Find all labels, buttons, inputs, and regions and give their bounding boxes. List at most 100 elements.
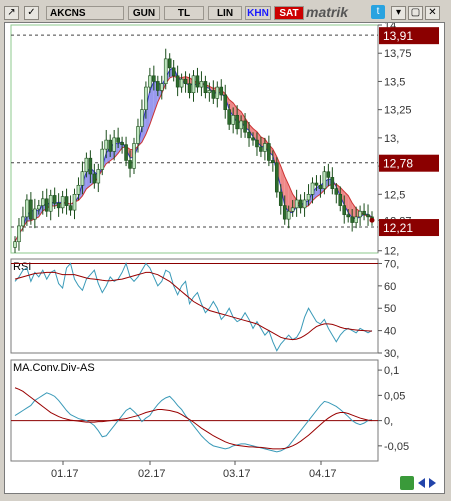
candle-body — [84, 157, 89, 173]
chart-frame: 14,13,7513,513,2513,12,7512,512,2712,13,… — [4, 20, 445, 494]
ytick-label: 30, — [384, 348, 399, 360]
twitter-icon[interactable]: t — [371, 5, 385, 19]
ytick-label: 13,5 — [384, 76, 405, 88]
candle-body — [199, 81, 204, 88]
candle-body — [68, 205, 73, 211]
ytick-label: 13,75 — [384, 48, 412, 60]
series-line-1 — [14, 271, 373, 341]
candle-body — [56, 203, 61, 209]
toolbar: ↗ ✓ AKCNS GUN TL LIN KHN SAT matrik t ▾ … — [0, 0, 451, 22]
candle-body — [128, 160, 132, 169]
candle-body — [64, 196, 69, 206]
xtick-label: 04.17 — [309, 468, 337, 480]
candle-body — [40, 198, 45, 206]
candle-body — [306, 194, 311, 201]
candle-body — [354, 216, 358, 223]
candle-body — [48, 195, 53, 212]
candle-body — [112, 137, 116, 152]
price-tag-label: 13,91 — [383, 29, 413, 43]
candle-body — [322, 171, 327, 189]
candle-body — [358, 210, 362, 218]
scroll-right-icon[interactable] — [429, 478, 436, 488]
panel-title: MA.Conv.Div-AS — [13, 362, 95, 374]
ytick-label: 13,25 — [384, 105, 412, 117]
candle-body — [255, 139, 259, 148]
ytick-label: 12, — [384, 246, 399, 258]
currency-button[interactable]: TL — [164, 6, 204, 20]
candle-body — [239, 120, 243, 130]
candle-body — [80, 171, 85, 186]
xtick-label: 03.17 — [223, 468, 251, 480]
candle-body — [116, 137, 120, 143]
candle-body — [203, 81, 208, 94]
candle-body — [179, 78, 184, 88]
candle-body — [104, 139, 109, 150]
khn-button[interactable]: KHN — [245, 6, 271, 20]
candle-body — [294, 199, 299, 209]
candle-body — [267, 143, 271, 161]
candle-body — [163, 58, 168, 84]
candle-body — [290, 207, 295, 212]
candle-body — [330, 177, 335, 189]
candle-body — [52, 195, 57, 204]
candle-body — [124, 144, 128, 161]
pin-icon[interactable]: ▾ — [391, 6, 406, 20]
candle-body — [342, 205, 347, 215]
candle-body — [227, 109, 231, 125]
series-line-0 — [14, 262, 373, 352]
candle-body — [108, 139, 112, 152]
candle-body — [132, 143, 136, 169]
candle-body — [366, 214, 370, 218]
ytick-label: 0,1 — [384, 365, 399, 377]
candle-body — [223, 94, 228, 110]
refresh-icon[interactable] — [400, 476, 414, 490]
chart-type-icon[interactable]: ✓ — [24, 6, 39, 20]
candle-body — [235, 114, 239, 130]
price-tag-label: 12,21 — [383, 221, 413, 235]
candle-body — [136, 126, 140, 144]
ytick-label: -0,05 — [384, 441, 409, 453]
candle-body — [298, 199, 303, 209]
ytick-label: 60 — [384, 281, 396, 293]
scale-button[interactable]: LIN — [208, 6, 242, 20]
ytick-label: 50 — [384, 303, 396, 315]
candle-body — [195, 75, 200, 88]
candle-body — [171, 67, 176, 77]
chart-svg: 14,13,7513,513,2513,12,7512,512,2712,13,… — [10, 20, 439, 490]
brand-logo: matrik — [306, 4, 349, 20]
sat-button[interactable]: SAT — [274, 6, 304, 20]
restore-icon[interactable]: ▢ — [408, 6, 423, 20]
candle-body — [278, 191, 283, 206]
candle-body — [187, 83, 192, 94]
candle-body — [36, 205, 41, 210]
candle-body — [286, 210, 291, 220]
candle-body — [231, 114, 235, 125]
ytick-label: 12,5 — [384, 189, 405, 201]
candle-body — [60, 196, 65, 209]
candle-body — [88, 157, 93, 175]
candle-body — [175, 75, 180, 88]
candle-body — [144, 86, 148, 110]
ytick-label: 13, — [384, 133, 399, 145]
ytick-label: 0, — [384, 416, 393, 428]
candle-body — [350, 216, 354, 223]
ytick-label: 40 — [384, 326, 396, 338]
candle-body — [274, 162, 279, 193]
series-line-1 — [14, 387, 373, 450]
scroll-left-icon[interactable] — [418, 478, 425, 488]
candle-body — [334, 188, 339, 195]
expand-icon[interactable]: ↗ — [4, 6, 19, 20]
candle-body — [215, 86, 220, 99]
candle-body — [183, 78, 188, 84]
xtick-label: 02.17 — [138, 468, 166, 480]
period-button[interactable]: GUN — [128, 6, 160, 20]
candle-body — [92, 173, 97, 184]
xtick-label: 01.17 — [51, 468, 79, 480]
candle-body — [259, 146, 263, 152]
candle-body — [167, 58, 172, 69]
candle-body — [44, 198, 49, 212]
close-icon[interactable]: ✕ — [425, 6, 440, 20]
candle-body — [191, 75, 196, 94]
symbol-field[interactable]: AKCNS — [46, 6, 124, 20]
ytick-label: 70, — [384, 258, 399, 270]
